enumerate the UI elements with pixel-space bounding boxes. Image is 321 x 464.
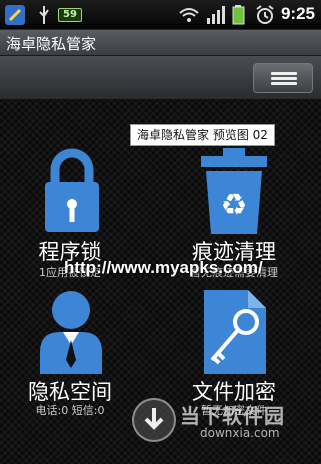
key-file-icon: [204, 290, 266, 374]
app-title: 海卓隐私管家: [6, 35, 97, 53]
watermark-brand: 当下软件园: [180, 404, 285, 428]
watermark-brand-url: downxia.com: [200, 426, 280, 440]
status-time: 9:25: [280, 4, 315, 23]
menu-icon-bar: [271, 82, 297, 85]
watermark-url: http://www.myapks.com/: [64, 258, 263, 277]
menu-button[interactable]: [253, 63, 313, 93]
svg-text:♻: ♻: [221, 188, 248, 223]
recycle-bin-icon: ♻: [201, 148, 267, 234]
battery-indicator: 59: [58, 8, 82, 22]
app-icon: [5, 5, 25, 25]
download-arrow-icon: [144, 408, 164, 430]
signal-icon: [207, 6, 225, 24]
usb-icon: [39, 6, 49, 24]
tile-privacy-space[interactable]: 隐私空间 电话:0 短信:0: [0, 290, 140, 420]
alarm-icon: [256, 5, 274, 24]
wifi-icon: [179, 8, 199, 22]
tile-subtitle: 电话:0 短信:0: [35, 404, 105, 417]
battery-icon: [232, 5, 245, 25]
status-bar: 59 9:25: [0, 0, 321, 30]
toolbar: [0, 56, 321, 100]
tooltip: 海卓隐私管家 预览图 02: [130, 124, 275, 146]
person-icon: [40, 291, 102, 374]
lock-icon: [45, 148, 99, 232]
download-logo-icon: [132, 398, 176, 442]
app-title-bar: 海卓隐私管家: [0, 30, 321, 56]
menu-icon: [271, 72, 297, 75]
menu-icon-bar: [271, 77, 297, 80]
